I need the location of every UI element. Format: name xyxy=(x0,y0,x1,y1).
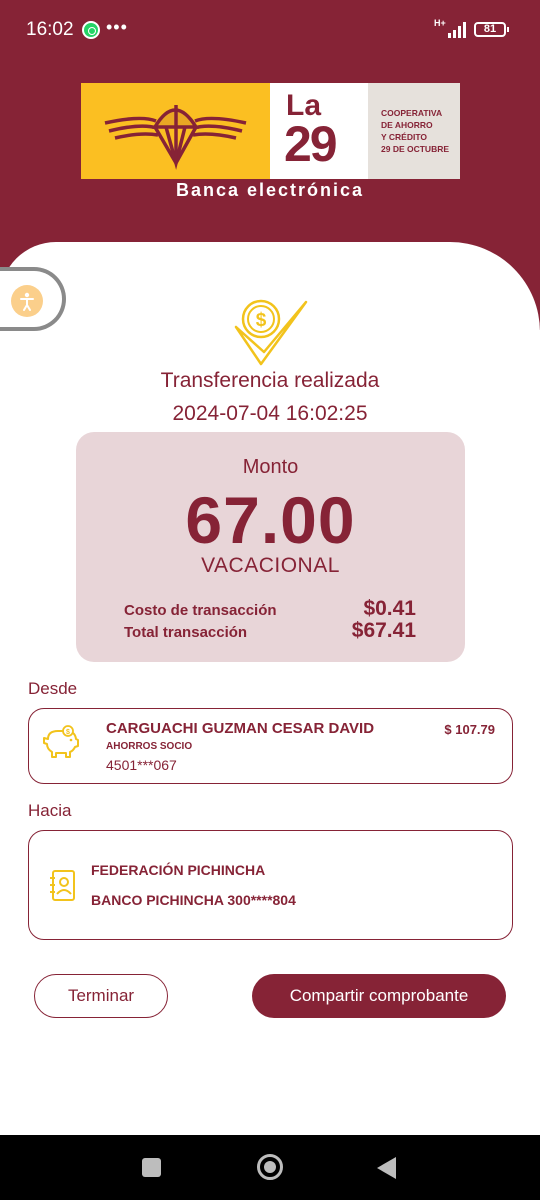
to-section-label: Hacia xyxy=(28,801,72,820)
transfer-datetime: 2024-07-04 16:02:25 xyxy=(172,402,368,425)
transfer-status: Transferencia realizada xyxy=(160,369,380,392)
fee-value: $0.41 xyxy=(363,597,416,620)
fee-label: Costo de transacción xyxy=(124,602,277,619)
contact-book-icon xyxy=(49,869,77,908)
svg-text:$: $ xyxy=(66,729,70,736)
accessibility-icon xyxy=(11,285,43,317)
amount-label: Monto xyxy=(242,456,299,478)
destination-account-card: FEDERACIÓN PICHINCHA BANCO PICHINCHA 300… xyxy=(28,830,513,940)
svg-text:$: $ xyxy=(256,310,267,331)
source-account-balance: $ 107.79 xyxy=(444,722,495,737)
amount-value: 67.00 xyxy=(185,483,356,557)
total-label: Total transacción xyxy=(124,624,248,641)
status-time: 16:02 xyxy=(26,19,74,40)
accessibility-button[interactable] xyxy=(0,267,66,331)
more-dots-icon: ••• xyxy=(106,17,128,37)
from-section-label: Desde xyxy=(28,679,78,698)
network-type: H+ xyxy=(434,18,446,28)
recent-apps-icon[interactable] xyxy=(142,1158,161,1177)
fee-row: Costo de transacción $0.41 xyxy=(124,597,416,621)
source-account-type: AHORROS SOCIO xyxy=(106,741,193,752)
parachute-wings-logo-icon xyxy=(81,83,270,179)
cooperative-name: COOPERATIVA DE AHORRO Y CRÉDITO 29 DE OC… xyxy=(368,83,460,179)
amount-summary-card: Monto 67.00 VACACIONAL Costo de transacc… xyxy=(76,432,465,662)
transfer-concept: VACACIONAL xyxy=(201,554,340,577)
source-account-card: $ CARGUACHI GUZMAN CESAR DAVID $ 107.79 … xyxy=(28,708,513,784)
whatsapp-icon xyxy=(82,21,100,39)
battery-icon: 81 xyxy=(474,22,509,37)
total-value: $67.41 xyxy=(351,619,416,642)
total-row: Total transacción $67.41 xyxy=(124,619,416,643)
destination-name: FEDERACIÓN PICHINCHA xyxy=(91,862,266,878)
share-receipt-button[interactable]: Compartir comprobante xyxy=(252,974,506,1018)
finish-button[interactable]: Terminar xyxy=(34,974,168,1018)
piggy-bank-icon: $ xyxy=(42,725,80,764)
source-account-holder: CARGUACHI GUZMAN CESAR DAVID xyxy=(106,720,375,737)
app-subtitle: Banca electrónica xyxy=(175,180,365,200)
destination-bank-account: BANCO PICHINCHA 300****804 xyxy=(91,892,296,908)
la29-wordmark: La 29 xyxy=(270,83,368,179)
success-check-money-icon: $ xyxy=(228,294,308,368)
signal-icon xyxy=(448,22,468,38)
system-nav-bar xyxy=(0,1135,540,1200)
source-account-number: 4501***067 xyxy=(106,757,177,773)
status-bar: 16:02 ••• H+ 81 xyxy=(0,0,540,60)
back-icon[interactable] xyxy=(377,1157,396,1179)
brand-logo: La 29 COOPERATIVA DE AHORRO Y CRÉDITO 29… xyxy=(81,83,460,179)
home-icon[interactable] xyxy=(257,1154,283,1180)
